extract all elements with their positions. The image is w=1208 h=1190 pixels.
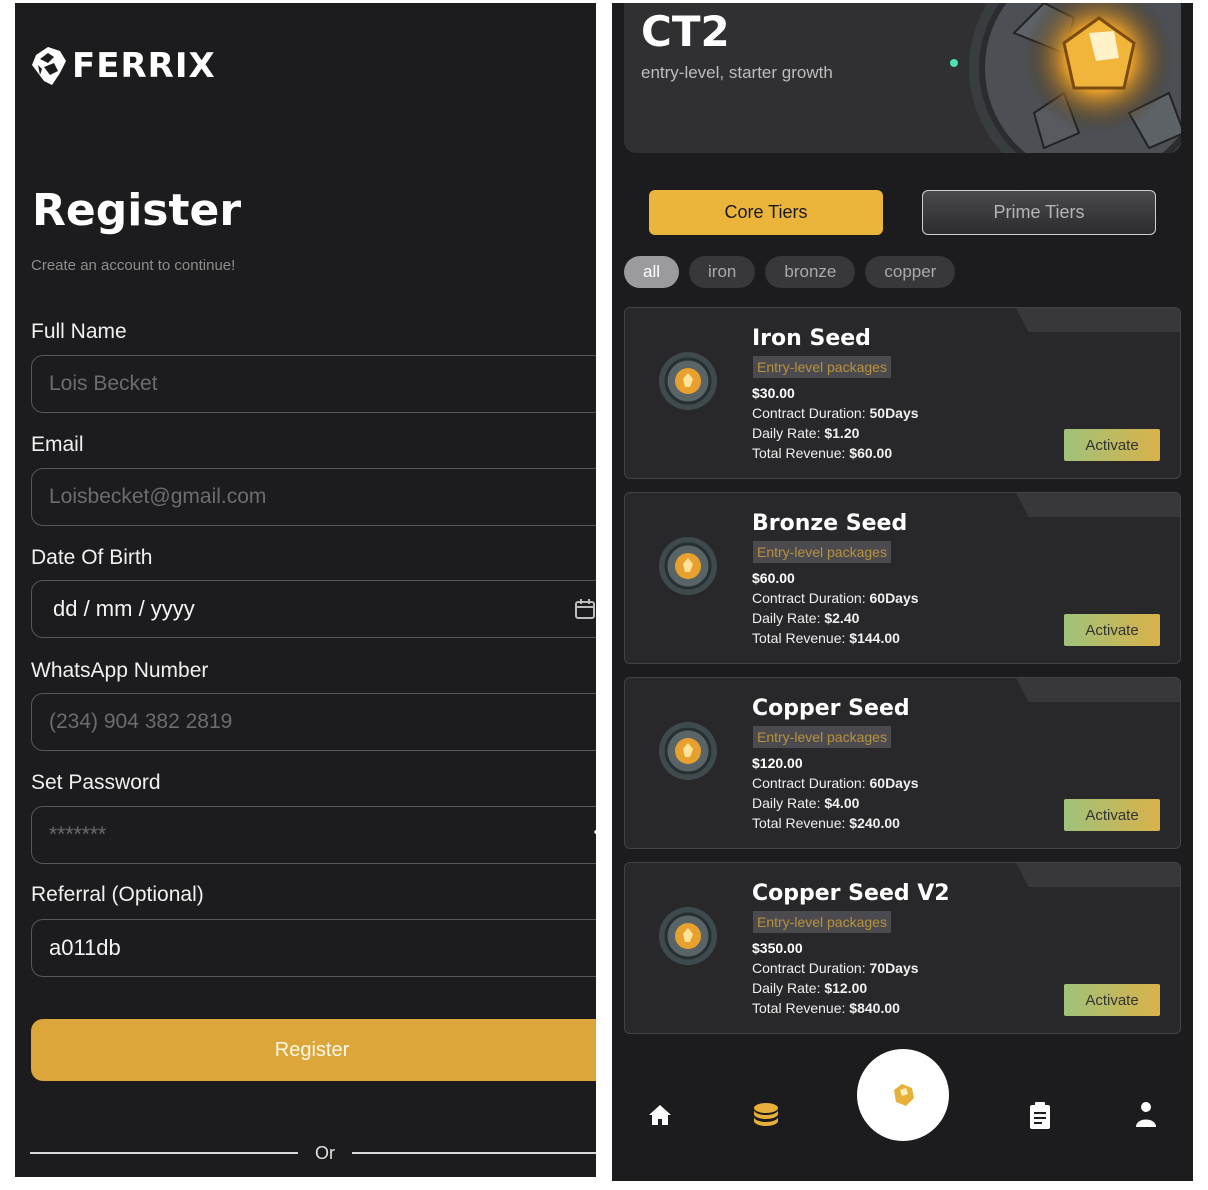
package-card-bronze-seed: Bronze Seed Entry-level packages $60.00 … bbox=[624, 492, 1181, 664]
dob-value: dd / mm / yyyy bbox=[53, 596, 195, 621]
email-input[interactable] bbox=[49, 485, 549, 509]
dob-input[interactable]: dd / mm / yyyy bbox=[31, 580, 596, 638]
seed-ore-icon bbox=[659, 722, 717, 780]
referral-label: Referral (Optional) bbox=[31, 883, 204, 906]
full-name-field-box bbox=[31, 355, 596, 413]
card-tab-decoration bbox=[1015, 863, 1180, 887]
package-card-copper-seed-v2: Copper Seed V2 Entry-level packages $350… bbox=[624, 862, 1181, 1034]
package-name: Copper Seed bbox=[752, 696, 910, 721]
card-tab-decoration bbox=[1015, 493, 1180, 517]
activate-button[interactable]: Activate bbox=[1064, 429, 1160, 461]
package-total-revenue: Total Revenue: $840.00 bbox=[752, 1000, 900, 1016]
ore-crystal-art-icon bbox=[950, 3, 1181, 153]
prime-tiers-tab[interactable]: Prime Tiers bbox=[922, 190, 1156, 235]
activate-button[interactable]: Activate bbox=[1064, 799, 1160, 831]
seed-ore-icon bbox=[659, 907, 717, 965]
seed-ore-icon bbox=[659, 352, 717, 410]
hero-title: CT2 bbox=[641, 7, 730, 56]
ferrix-logo-icon bbox=[32, 47, 66, 85]
core-tiers-tab[interactable]: Core Tiers bbox=[649, 190, 883, 235]
package-name: Copper Seed V2 bbox=[752, 881, 950, 906]
package-duration: Contract Duration: 50Days bbox=[752, 405, 919, 421]
brand-logo: FERRIX bbox=[30, 45, 216, 87]
email-field-box bbox=[31, 468, 596, 526]
referral-input[interactable]: a011db bbox=[31, 919, 596, 977]
activate-button[interactable]: Activate bbox=[1064, 614, 1160, 646]
package-tag: Entry-level packages bbox=[753, 911, 891, 933]
page-title: Register bbox=[32, 185, 242, 236]
bottom-nav bbox=[612, 1043, 1193, 1181]
package-daily-rate: Daily Rate: $2.40 bbox=[752, 610, 860, 626]
password-label: Set Password bbox=[31, 771, 161, 794]
seed-ore-icon bbox=[659, 537, 717, 595]
packages-screen: CT2 entry-level, starter growth Core Tie… bbox=[612, 3, 1193, 1181]
full-name-input[interactable] bbox=[49, 372, 549, 396]
or-text: Or bbox=[315, 1143, 335, 1163]
package-name: Bronze Seed bbox=[752, 511, 908, 536]
hero-banner: CT2 entry-level, starter growth bbox=[624, 3, 1181, 153]
package-total-revenue: Total Revenue: $60.00 bbox=[752, 445, 893, 461]
package-price: $30.00 bbox=[752, 385, 795, 401]
package-name: Iron Seed bbox=[752, 326, 871, 351]
ore-center-button[interactable] bbox=[857, 1049, 949, 1141]
package-total-revenue: Total Revenue: $144.00 bbox=[752, 630, 900, 646]
profile-icon[interactable] bbox=[1134, 1101, 1158, 1129]
card-tab-decoration bbox=[1015, 308, 1180, 332]
eye-icon[interactable] bbox=[592, 821, 596, 843]
package-daily-rate: Daily Rate: $12.00 bbox=[752, 980, 868, 996]
divider-right bbox=[352, 1152, 596, 1154]
hero-subtitle: entry-level, starter growth bbox=[641, 63, 833, 82]
filter-chip-bronze[interactable]: bronze bbox=[765, 256, 856, 288]
clipboard-icon[interactable] bbox=[1029, 1102, 1051, 1130]
package-price: $350.00 bbox=[752, 940, 803, 956]
package-tag: Entry-level packages bbox=[753, 356, 891, 378]
whatsapp-field-box bbox=[31, 693, 596, 751]
activate-button[interactable]: Activate bbox=[1064, 984, 1160, 1016]
calendar-icon[interactable] bbox=[574, 598, 596, 620]
home-icon[interactable] bbox=[648, 1103, 672, 1127]
package-price: $60.00 bbox=[752, 570, 795, 586]
filter-chip-copper[interactable]: copper bbox=[865, 256, 956, 288]
package-daily-rate: Daily Rate: $4.00 bbox=[752, 795, 860, 811]
package-total-revenue: Total Revenue: $240.00 bbox=[752, 815, 900, 831]
package-card-copper-seed: Copper Seed Entry-level packages $120.00… bbox=[624, 677, 1181, 849]
page-subtitle: Create an account to continue! bbox=[31, 257, 236, 274]
full-name-label: Full Name bbox=[31, 320, 127, 343]
whatsapp-input[interactable] bbox=[49, 710, 549, 734]
email-label: Email bbox=[31, 433, 84, 456]
whatsapp-label: WhatsApp Number bbox=[31, 659, 209, 682]
password-field-box bbox=[31, 806, 596, 864]
package-tag: Entry-level packages bbox=[753, 541, 891, 563]
package-price: $120.00 bbox=[752, 755, 803, 771]
package-tag: Entry-level packages bbox=[753, 726, 891, 748]
dob-label: Date Of Birth bbox=[31, 546, 153, 569]
filter-chips: all iron bronze copper bbox=[624, 256, 956, 288]
filter-chip-iron[interactable]: iron bbox=[689, 256, 756, 288]
package-duration: Contract Duration: 60Days bbox=[752, 590, 919, 606]
brand-name: FERRIX bbox=[72, 46, 216, 86]
package-daily-rate: Daily Rate: $1.20 bbox=[752, 425, 860, 441]
ore-icon bbox=[894, 1084, 914, 1106]
package-card-iron-seed: Iron Seed Entry-level packages $30.00 Co… bbox=[624, 307, 1181, 479]
card-tab-decoration bbox=[1015, 678, 1180, 702]
package-duration: Contract Duration: 60Days bbox=[752, 775, 919, 791]
referral-value: a011db bbox=[49, 935, 121, 960]
package-duration: Contract Duration: 70Days bbox=[752, 960, 919, 976]
register-screen: FERRIX Register Create an account to con… bbox=[15, 3, 596, 1177]
divider-left bbox=[30, 1152, 298, 1154]
coins-icon[interactable] bbox=[752, 1101, 780, 1129]
password-input[interactable] bbox=[49, 823, 549, 847]
register-button[interactable]: Register bbox=[31, 1019, 596, 1081]
filter-chip-all[interactable]: all bbox=[624, 256, 680, 288]
